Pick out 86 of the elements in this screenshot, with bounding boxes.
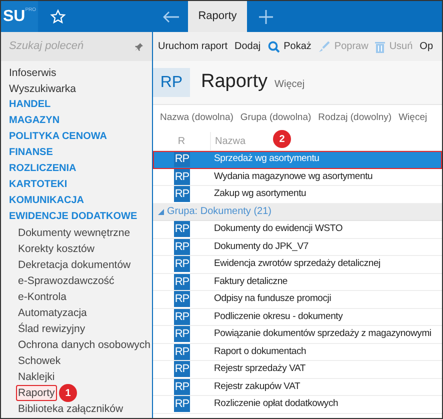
- report-name: Dokumenty do JPK_V7: [214, 240, 308, 254]
- report-badge: RP: [174, 186, 190, 202]
- callout-badge: 2: [273, 130, 291, 148]
- sidebar-item[interactable]: Infoserwis: [9, 66, 56, 80]
- report-badge: RP: [174, 274, 190, 290]
- report-badge: RP: [174, 378, 190, 395]
- sidebar-section[interactable]: KARTOTEKI: [9, 178, 68, 192]
- report-badge: RP: [174, 291, 190, 308]
- filter-link[interactable]: Więcej: [398, 111, 428, 126]
- report-name: Podliczenie okresu - dokumenty: [214, 310, 343, 324]
- sidebar-section[interactable]: EWIDENCJE DODATKOWE: [9, 210, 138, 224]
- pin-icon[interactable]: [134, 42, 144, 52]
- report-name: Rejestr sprzedaży VAT: [214, 362, 306, 376]
- filter-link[interactable]: Rodzaj (dowolny): [318, 111, 392, 126]
- report-name: Sprzedaż wg asortymentu: [214, 152, 320, 166]
- toolbar-button[interactable]: Op: [420, 39, 434, 54]
- page-title: Raporty: [201, 70, 268, 94]
- sidebar-item[interactable]: Dokumenty wewnętrzne: [18, 226, 130, 240]
- sidebar-item[interactable]: Ślad rewizyjny: [18, 322, 86, 336]
- report-badge: RP: [174, 151, 190, 168]
- sidebar-item[interactable]: Raporty: [16, 385, 57, 401]
- report-badge: RP: [174, 238, 190, 255]
- sidebar-section[interactable]: ROZLICZENIA: [9, 162, 76, 176]
- report-badge: RP: [174, 326, 190, 342]
- table-row[interactable]: RP Faktury detaliczne: [153, 274, 442, 291]
- report-badge: RP: [174, 221, 190, 238]
- report-badge: RP: [174, 256, 190, 272]
- report-badge: RP: [153, 68, 190, 97]
- filter-link[interactable]: Grupa (dowolna): [240, 111, 312, 126]
- table-row[interactable]: RP Rejestr zakupów VAT: [153, 378, 442, 396]
- sidebar-item[interactable]: Naklejki: [18, 370, 55, 384]
- more-link[interactable]: Więcej: [274, 77, 305, 92]
- sidebar-section[interactable]: HANDEL: [9, 98, 51, 112]
- filter-link[interactable]: Nazwa (dowolna): [160, 111, 234, 126]
- table-row[interactable]: RP Odpisy na fundusze promocji: [153, 291, 442, 308]
- sidebar-section[interactable]: FINANSE: [9, 146, 53, 160]
- table-row[interactable]: RP Dokumenty do JPK_V7: [153, 238, 442, 256]
- report-name: Rejestr zakupów VAT: [214, 380, 300, 394]
- trash-icon: [375, 40, 386, 52]
- sidebar-section[interactable]: POLITYKA CENOWA: [9, 130, 107, 144]
- sidebar-item[interactable]: Ochrona danych osobowych: [18, 338, 150, 352]
- table-row[interactable]: RP Powiązanie dokumentów sprzedaży z magazynowymi: [153, 326, 442, 344]
- report-badge: RP: [174, 361, 190, 378]
- report-name: Wydania magazynowe wg asortymentu: [214, 170, 373, 184]
- report-name: Faktury detaliczne: [214, 274, 288, 289]
- tab[interactable]: Raporty: [188, 1, 247, 32]
- report-name: Powiązanie dokumentów sprzedaży z magazynowymi: [214, 327, 432, 342]
- table-row[interactable]: RP Ewidencja zwrotów sprzedaży detalicznej: [153, 256, 442, 274]
- report-name: Dokumenty do ewidencji WSTO: [214, 222, 343, 236]
- back-arrow-icon[interactable]: [162, 10, 180, 22]
- expand-icon[interactable]: [158, 208, 164, 215]
- table-row[interactable]: RP Rozliczenie opłat dodatkowych: [153, 396, 442, 414]
- sidebar-item[interactable]: e-Sprawozdawczość: [18, 274, 114, 288]
- report-badge: RP: [174, 308, 190, 325]
- report-name: Ewidencja zwrotów sprzedaży detalicznej: [214, 257, 380, 272]
- sidebar-item[interactable]: Automatyzacja: [18, 306, 87, 320]
- callout-badge: 1: [59, 384, 77, 402]
- table-row[interactable]: RP Rejestr sprzedaży VAT: [153, 361, 442, 378]
- report-name: Rozliczenie opłat dodatkowych: [214, 397, 338, 412]
- sidebar-item[interactable]: Schowek: [18, 354, 61, 368]
- report-name: Odpisy na fundusze promocji: [214, 292, 332, 306]
- sidebar-item[interactable]: Wyszukiwarka: [9, 82, 76, 96]
- logo-text: SU: [2, 8, 26, 24]
- toolbar-button[interactable]: Uruchom raport: [158, 39, 228, 54]
- brush-icon: [318, 40, 330, 52]
- table-row[interactable]: RP Raport o dokumentach: [153, 344, 442, 361]
- search-icon: [268, 40, 280, 52]
- sidebar-item[interactable]: e-Kontrola: [18, 290, 66, 304]
- report-badge: RP: [174, 396, 190, 412]
- report-name: Raport o dokumentach: [214, 344, 306, 359]
- table-row[interactable]: RP Podliczenie okresu - dokumenty: [153, 308, 442, 326]
- toolbar-button[interactable]: Dodaj: [234, 39, 261, 54]
- report-name: Zakup wg asortymentu: [214, 187, 306, 202]
- table-row[interactable]: RP Dokumenty do ewidencji WSTO: [153, 221, 442, 238]
- group-label: Grupa: Dokumenty (21): [167, 205, 272, 220]
- report-badge: RP: [174, 344, 190, 360]
- star-icon[interactable]: [50, 8, 66, 24]
- sidebar-item[interactable]: Korekty kosztów: [18, 242, 94, 256]
- sidebar-item[interactable]: Biblioteka załączników: [18, 402, 124, 416]
- sidebar-item[interactable]: Dekretacja dokumentów: [18, 258, 131, 272]
- sidebar-section[interactable]: MAGAZYN: [9, 114, 60, 128]
- report-badge: RP: [174, 168, 190, 185]
- sidebar-section[interactable]: KOMUNIKACJA: [9, 194, 84, 208]
- table-row[interactable]: RP Wydania magazynowe wg asortymentu: [153, 168, 442, 186]
- plus-icon[interactable]: [259, 10, 273, 24]
- toolbar-button[interactable]: Pokaż: [268, 39, 312, 54]
